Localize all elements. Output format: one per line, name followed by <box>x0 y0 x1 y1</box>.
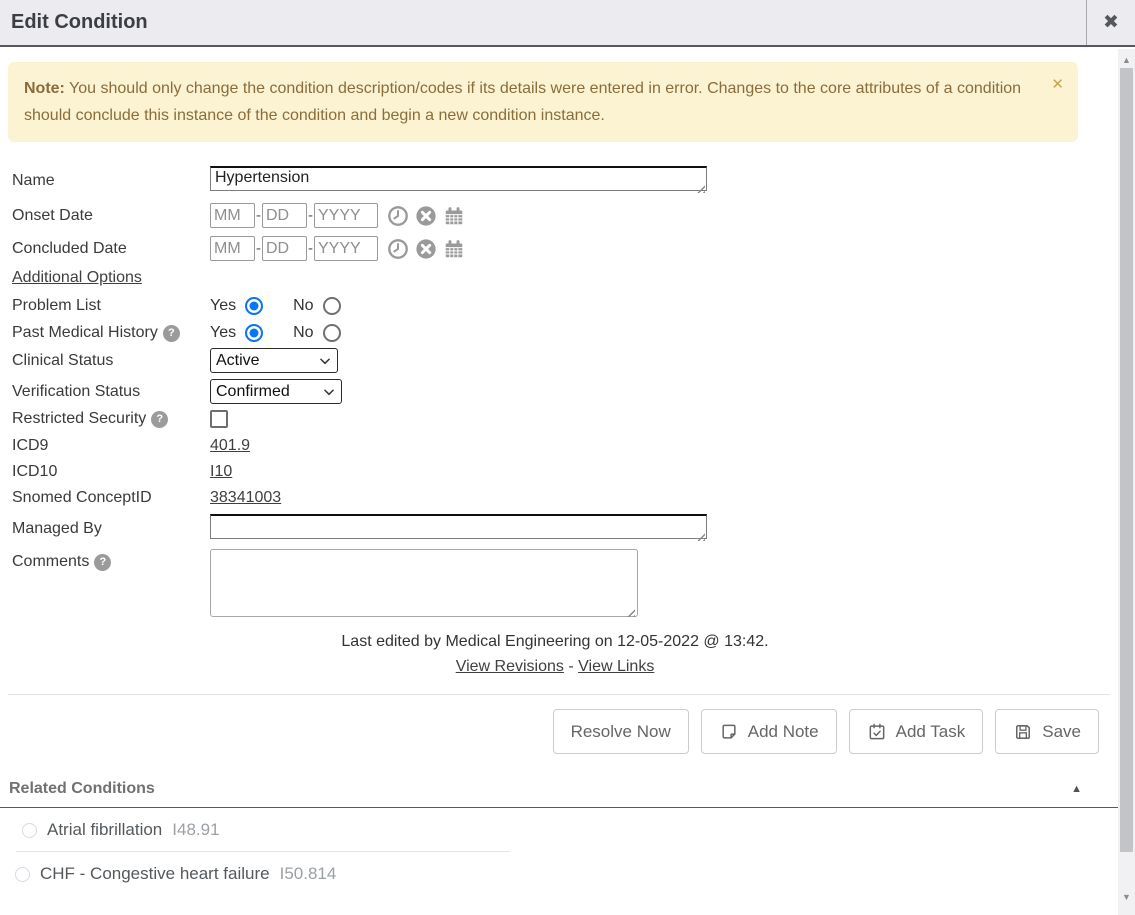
dialog-header: Edit Condition ✖ <box>0 0 1135 47</box>
resolve-now-label: Resolve Now <box>571 722 671 742</box>
save-button[interactable]: Save <box>995 709 1099 754</box>
onset-day-input[interactable] <box>262 203 307 228</box>
dialog-body: Note: You should only change the conditi… <box>0 49 1118 895</box>
help-icon[interactable]: ? <box>151 411 168 428</box>
managed-by-input[interactable] <box>210 514 707 539</box>
snomed-code-link[interactable]: 38341003 <box>210 489 281 507</box>
related-condition-row[interactable]: Atrial fibrillation I48.91 <box>0 808 1118 851</box>
name-label: Name <box>12 172 210 190</box>
page-title: Edit Condition <box>11 11 148 34</box>
edit-condition-dialog: Edit Condition ✖ Note: You should only c… <box>0 0 1135 915</box>
verification-status-label: Verification Status <box>12 383 210 401</box>
icd9-label: ICD9 <box>12 437 210 455</box>
problem-list-label: Problem List <box>12 297 210 315</box>
onset-year-input[interactable] <box>314 203 378 228</box>
clock-icon[interactable] <box>387 238 409 260</box>
related-condition-row[interactable]: CHF - Congestive heart failure I50.814 <box>0 852 1118 895</box>
additional-options-link[interactable]: Additional Options <box>12 269 142 287</box>
note-icon <box>719 722 739 742</box>
scrollbar-thumb[interactable] <box>1120 68 1133 852</box>
icd10-label: ICD10 <box>12 463 210 481</box>
related-conditions-title: Related Conditions <box>9 780 155 798</box>
problem-list-no-radio[interactable] <box>323 297 341 315</box>
pmh-yes-label: Yes <box>210 324 236 342</box>
date-separator: - <box>256 240 261 257</box>
managed-by-label: Managed By <box>12 520 210 538</box>
save-label: Save <box>1042 722 1081 742</box>
problem-list-no-label: No <box>293 297 313 315</box>
concluded-month-input[interactable] <box>210 236 255 261</box>
add-note-button[interactable]: Add Note <box>701 709 837 754</box>
verification-status-select[interactable]: Confirmed <box>210 379 342 404</box>
restricted-security-checkbox[interactable] <box>210 410 228 428</box>
add-note-label: Add Note <box>748 722 819 742</box>
icd10-code-link[interactable]: I10 <box>210 463 232 481</box>
clinical-status-select[interactable]: Active <box>210 348 338 373</box>
concluded-date-label: Concluded Date <box>12 240 210 258</box>
problem-list-yes-radio[interactable] <box>245 297 263 315</box>
close-icon: ✖ <box>1103 11 1119 34</box>
related-conditions-header: Related Conditions ▲ <box>0 780 1118 808</box>
links-separator: - <box>568 658 573 675</box>
problem-list-yes-label: Yes <box>210 297 236 315</box>
condition-radio-icon[interactable] <box>22 823 37 838</box>
warning-note-banner: Note: You should only change the conditi… <box>8 62 1078 142</box>
snomed-label: Snomed ConceptID <box>12 489 210 507</box>
help-icon[interactable]: ? <box>94 554 111 571</box>
scroll-up-icon[interactable]: ▲ <box>1118 51 1135 68</box>
pmh-yes-radio[interactable] <box>245 324 263 342</box>
view-revisions-link[interactable]: View Revisions <box>456 658 564 675</box>
condition-name: CHF - Congestive heart failure <box>40 864 270 884</box>
add-task-button[interactable]: Add Task <box>849 709 984 754</box>
save-icon <box>1013 722 1033 742</box>
clear-date-icon[interactable] <box>415 238 437 260</box>
add-task-label: Add Task <box>896 722 966 742</box>
last-edited-text: Last edited by Medical Engineering on 12… <box>0 633 1110 651</box>
condition-code: I48.91 <box>172 820 219 840</box>
actions-divider <box>8 694 1110 695</box>
action-buttons: Resolve Now Add Note Add Task Save <box>0 709 1099 754</box>
clear-date-icon[interactable] <box>415 205 437 227</box>
past-medical-history-label: Past Medical History <box>12 324 158 342</box>
note-text-1: You should only change the condition des… <box>69 80 703 97</box>
date-separator: - <box>256 207 261 224</box>
note-label: Note: <box>24 80 65 97</box>
date-separator: - <box>308 207 313 224</box>
condition-radio-icon[interactable] <box>15 867 30 882</box>
name-input[interactable]: Hypertension <box>210 166 707 191</box>
view-links-link[interactable]: View Links <box>578 658 654 675</box>
onset-month-input[interactable] <box>210 203 255 228</box>
clinical-status-label: Clinical Status <box>12 352 210 370</box>
date-separator: - <box>308 240 313 257</box>
pmh-no-radio[interactable] <box>323 324 341 342</box>
condition-form: Name Hypertension Onset Date - - <box>0 166 1118 622</box>
pmh-no-label: No <box>293 324 313 342</box>
vertical-scrollbar[interactable]: ▲ ▼ <box>1118 49 1135 915</box>
collapse-caret-icon[interactable]: ▲ <box>1071 783 1082 795</box>
condition-name: Atrial fibrillation <box>47 820 162 840</box>
calendar-icon[interactable] <box>443 238 465 260</box>
condition-code: I50.814 <box>280 864 337 884</box>
revision-links: View Revisions - View Links <box>0 658 1110 676</box>
comments-textarea[interactable] <box>210 549 638 617</box>
onset-date-label: Onset Date <box>12 207 210 225</box>
scroll-down-icon[interactable]: ▼ <box>1118 888 1135 905</box>
comments-label: Comments <box>12 553 89 571</box>
resolve-now-button[interactable]: Resolve Now <box>553 709 689 754</box>
related-conditions-section: Related Conditions ▲ Atrial fibrillation… <box>0 780 1118 895</box>
help-icon[interactable]: ? <box>163 325 180 342</box>
icd9-code-link[interactable]: 401.9 <box>210 437 250 455</box>
concluded-year-input[interactable] <box>314 236 378 261</box>
clock-icon[interactable] <box>387 205 409 227</box>
note-dismiss-icon[interactable]: ✕ <box>1051 71 1064 98</box>
task-calendar-icon <box>867 722 887 742</box>
concluded-day-input[interactable] <box>262 236 307 261</box>
restricted-security-label: Restricted Security <box>12 410 146 428</box>
close-button[interactable]: ✖ <box>1086 0 1135 45</box>
calendar-icon[interactable] <box>443 205 465 227</box>
